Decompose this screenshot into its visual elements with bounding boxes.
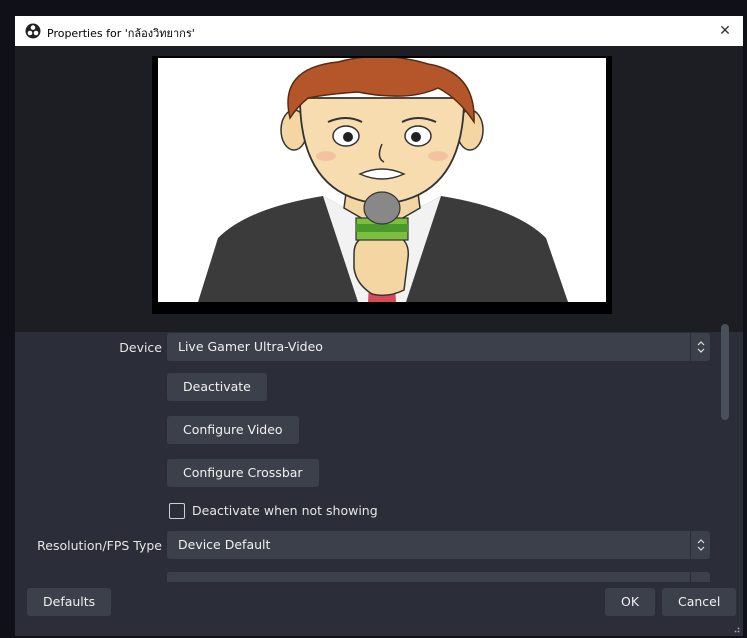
preview-area xyxy=(15,46,743,332)
close-icon: ✕ xyxy=(719,23,731,39)
scrollbar-thumb[interactable] xyxy=(721,324,729,420)
defaults-button[interactable]: Defaults xyxy=(27,588,112,616)
resolution-dropdown-arrows[interactable] xyxy=(690,531,710,559)
device-dropdown-arrows[interactable] xyxy=(690,333,710,361)
resolution-fps-type-dropdown[interactable]: Device Default xyxy=(167,531,710,559)
properties-panel: Device Live Gamer Ultra-Video Deactivate… xyxy=(15,332,743,600)
dialog-footer: Defaults OK Cancel xyxy=(15,582,743,636)
device-value: Live Gamer Ultra-Video xyxy=(178,339,323,354)
resize-grip-icon[interactable] xyxy=(732,625,740,633)
close-button[interactable]: ✕ xyxy=(707,16,743,46)
resolution-fps-type-value: Device Default xyxy=(178,537,271,552)
deactivate-when-not-showing-checkbox[interactable] xyxy=(169,503,185,519)
resolution-fps-type-label: Resolution/FPS Type xyxy=(37,538,162,553)
preview-frame xyxy=(152,56,612,314)
obs-logo-icon xyxy=(25,23,41,39)
device-dropdown[interactable]: Live Gamer Ultra-Video xyxy=(167,333,710,361)
deactivate-when-not-showing-label[interactable]: Deactivate when not showing xyxy=(192,503,378,518)
cancel-button[interactable]: Cancel xyxy=(662,588,737,616)
configure-video-button[interactable]: Configure Video xyxy=(167,416,299,444)
properties-dialog: Properties for 'กล้องวิทยากร' ✕ Device L… xyxy=(15,16,743,636)
deactivate-button[interactable]: Deactivate xyxy=(167,373,267,401)
preview-image xyxy=(158,58,606,302)
ok-button[interactable]: OK xyxy=(605,588,656,616)
updown-arrows-icon xyxy=(697,341,705,353)
configure-crossbar-button[interactable]: Configure Crossbar xyxy=(167,459,319,487)
title-bar[interactable]: Properties for 'กล้องวิทยากร' ✕ xyxy=(15,16,743,46)
properties-scrollbar[interactable] xyxy=(721,324,731,424)
device-label: Device xyxy=(119,340,162,355)
window-title: Properties for 'กล้องวิทยากร' xyxy=(47,27,195,40)
updown-arrows-icon xyxy=(697,539,705,551)
